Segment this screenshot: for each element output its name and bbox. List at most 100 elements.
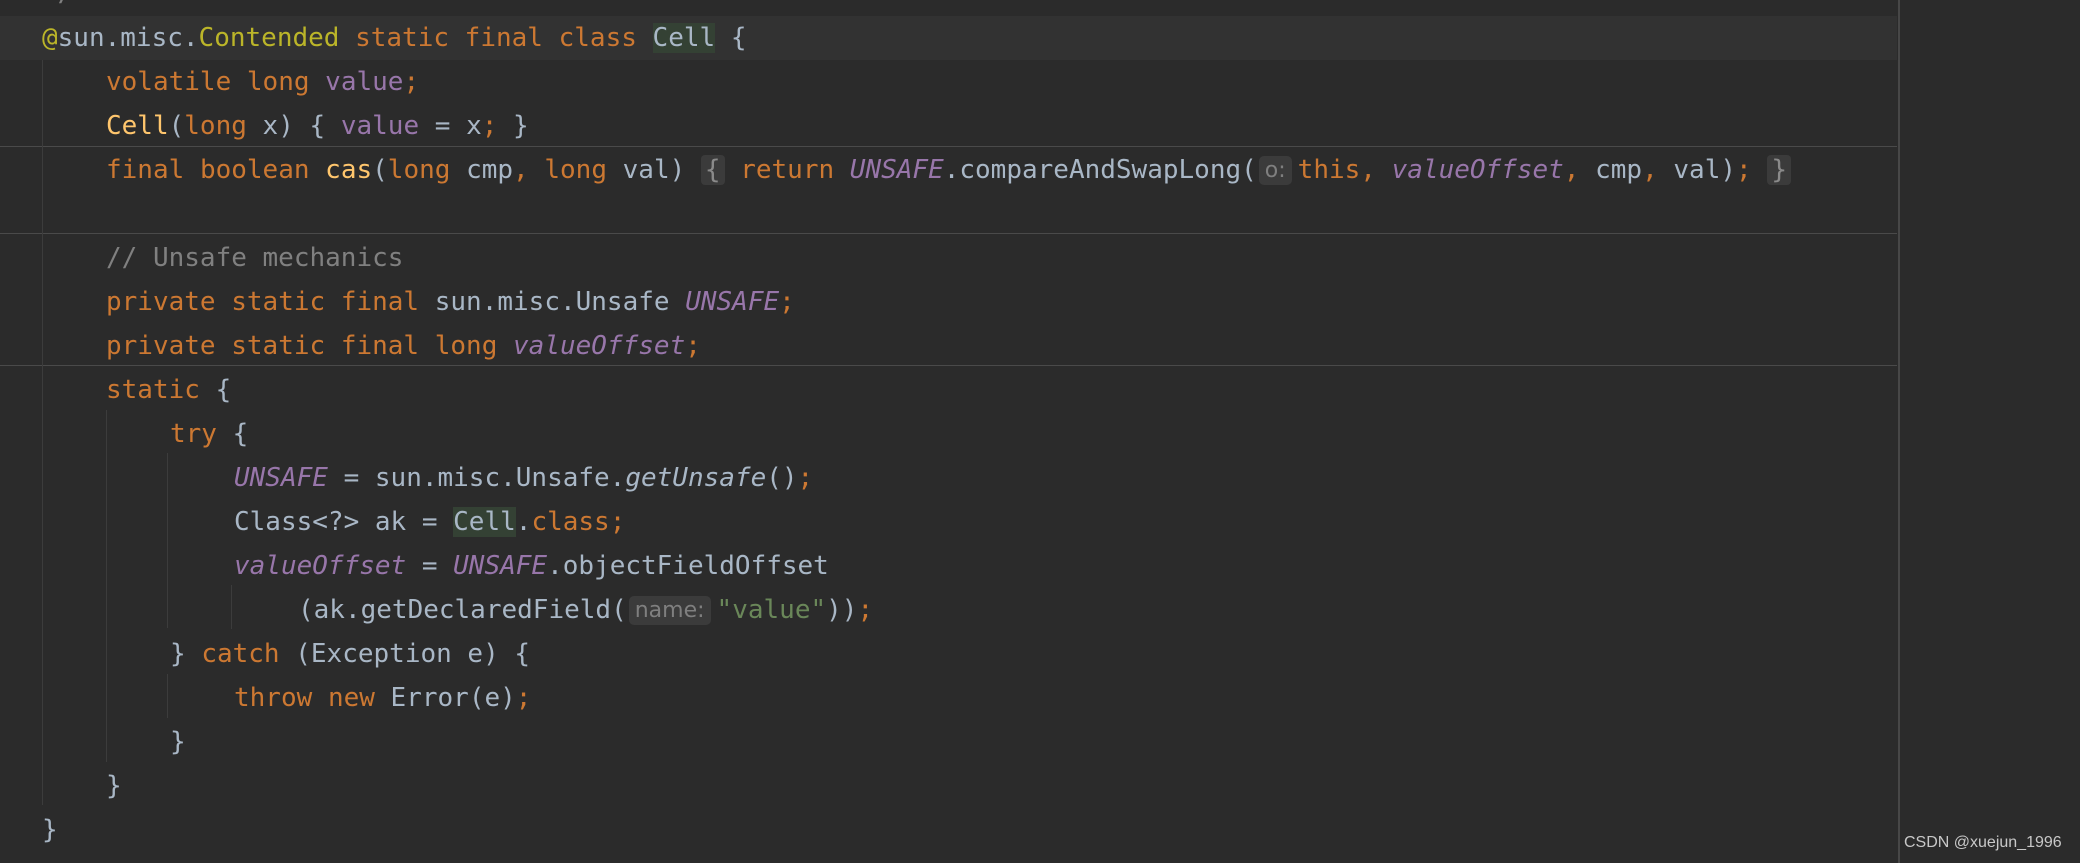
- code-token: ;: [685, 331, 701, 361]
- code-line[interactable]: } catch (Exception e) {: [0, 632, 1897, 676]
- code-token: // Unsafe mechanics: [106, 243, 404, 273]
- code-line-text: }: [170, 720, 186, 764]
- code-token: @: [42, 23, 58, 53]
- code-token: Cell: [106, 111, 169, 141]
- code-token: valueOffset: [513, 331, 686, 361]
- right-margin-line: [1898, 0, 1900, 863]
- code-line-text: }: [42, 808, 58, 852]
- code-token: final: [340, 331, 420, 361]
- code-token: this: [1297, 155, 1361, 185]
- method-separator: [0, 146, 1897, 147]
- code-line[interactable]: throw new Error(e);: [0, 676, 1897, 720]
- code-line[interactable]: UNSAFE = sun.misc.Unsafe.getUnsafe();: [0, 456, 1897, 500]
- code-token: ,: [1360, 155, 1376, 185]
- code-line-text: Cell(long x) { value = x; }: [106, 104, 529, 148]
- code-token: Contended: [198, 23, 340, 53]
- code-line[interactable]: }: [0, 720, 1897, 764]
- fold-marker[interactable]: }: [1767, 155, 1791, 185]
- code-token: ;: [1736, 155, 1752, 185]
- code-line[interactable]: private static final long valueOffset;: [0, 324, 1897, 368]
- code-line[interactable]: Cell(long x) { value = x; }: [0, 104, 1897, 148]
- code-token: ;: [857, 595, 874, 625]
- code-line-text: throw new Error(e);: [234, 676, 531, 720]
- code-line[interactable]: private static final sun.misc.Unsafe UNS…: [0, 280, 1897, 324]
- code-line[interactable]: // Unsafe mechanics: [0, 236, 1897, 280]
- code-token: {: [715, 23, 747, 53]
- code-line[interactable]: [0, 192, 1897, 236]
- code-token: {: [199, 375, 232, 405]
- code-line[interactable]: try {: [0, 412, 1897, 456]
- code-token: ;: [609, 507, 626, 537]
- code-line-text: private static final sun.misc.Unsafe UNS…: [106, 280, 795, 324]
- method-separator: [0, 233, 1897, 234]
- code-line-text: try {: [170, 412, 248, 456]
- previous-comment-fragment: */: [42, 0, 73, 8]
- code-token: long: [544, 155, 607, 185]
- parameter-hint: name:: [628, 596, 711, 625]
- code-token: static: [231, 287, 326, 317]
- code-line[interactable]: Class<?> ak = Cell.class;: [0, 500, 1897, 544]
- code-token: (): [766, 463, 798, 493]
- code-token: ,: [1563, 155, 1580, 185]
- highlighted-identifier: Cell: [453, 507, 516, 537]
- code-token: ;: [779, 287, 795, 317]
- code-token: return: [740, 155, 835, 185]
- code-line-text: // Unsafe mechanics: [106, 236, 403, 280]
- code-token: .objectFieldOffset: [547, 551, 829, 581]
- code-token: = x: [419, 111, 482, 141]
- code-token: catch: [201, 639, 280, 669]
- indent-guide: [106, 410, 107, 762]
- code-token: UNSAFE: [849, 155, 944, 185]
- code-line[interactable]: static {: [0, 368, 1897, 412]
- code-token: new: [327, 683, 375, 713]
- code-token: x) {: [246, 111, 341, 141]
- watermark: CSDN @xuejun_1996: [1904, 834, 2062, 851]
- code-line-text: final boolean cas(long cmp, long val) { …: [106, 148, 1791, 192]
- code-token: )): [826, 595, 858, 625]
- fold-marker[interactable]: {: [700, 155, 725, 185]
- code-token: throw: [234, 683, 313, 713]
- code-line[interactable]: valueOffset = UNSAFE.objectFieldOffset: [0, 544, 1897, 588]
- code-token: UNSAFE: [453, 551, 548, 581]
- indent-guide: [42, 60, 43, 805]
- code-line-text: } catch (Exception e) {: [170, 632, 530, 676]
- indent-guide: [167, 453, 168, 628]
- code-token: .compareAndSwapLong(: [943, 155, 1257, 185]
- code-line[interactable]: @sun.misc.Contended static final class C…: [0, 16, 1897, 60]
- code-line-text: UNSAFE = sun.misc.Unsafe.getUnsafe();: [234, 456, 813, 500]
- code-token: }: [42, 815, 58, 845]
- code-token: long: [387, 155, 451, 185]
- code-line-text: valueOffset = UNSAFE.objectFieldOffset: [234, 544, 829, 588]
- code-editor[interactable]: */ @sun.misc.Contended static final clas…: [0, 0, 2080, 863]
- code-token: ;: [515, 683, 532, 713]
- code-token: long: [184, 111, 247, 141]
- code-token: (: [372, 155, 388, 185]
- code-token: final: [340, 287, 420, 317]
- code-line[interactable]: }: [0, 808, 1897, 852]
- code-line-text: }: [106, 764, 122, 808]
- code-token: class: [531, 507, 610, 537]
- code-token: val): [606, 155, 701, 185]
- code-token: .: [515, 507, 532, 537]
- code-token: cmp: [450, 155, 514, 185]
- code-token: ,: [1642, 155, 1658, 185]
- code-line[interactable]: volatile long value;: [0, 60, 1897, 104]
- code-token: long: [434, 331, 498, 361]
- code-line[interactable]: }: [0, 764, 1897, 808]
- code-line[interactable]: final boolean cas(long cmp, long val) { …: [0, 148, 1897, 192]
- code-line[interactable]: (ak.getDeclaredField(name: "value"));: [0, 588, 1897, 632]
